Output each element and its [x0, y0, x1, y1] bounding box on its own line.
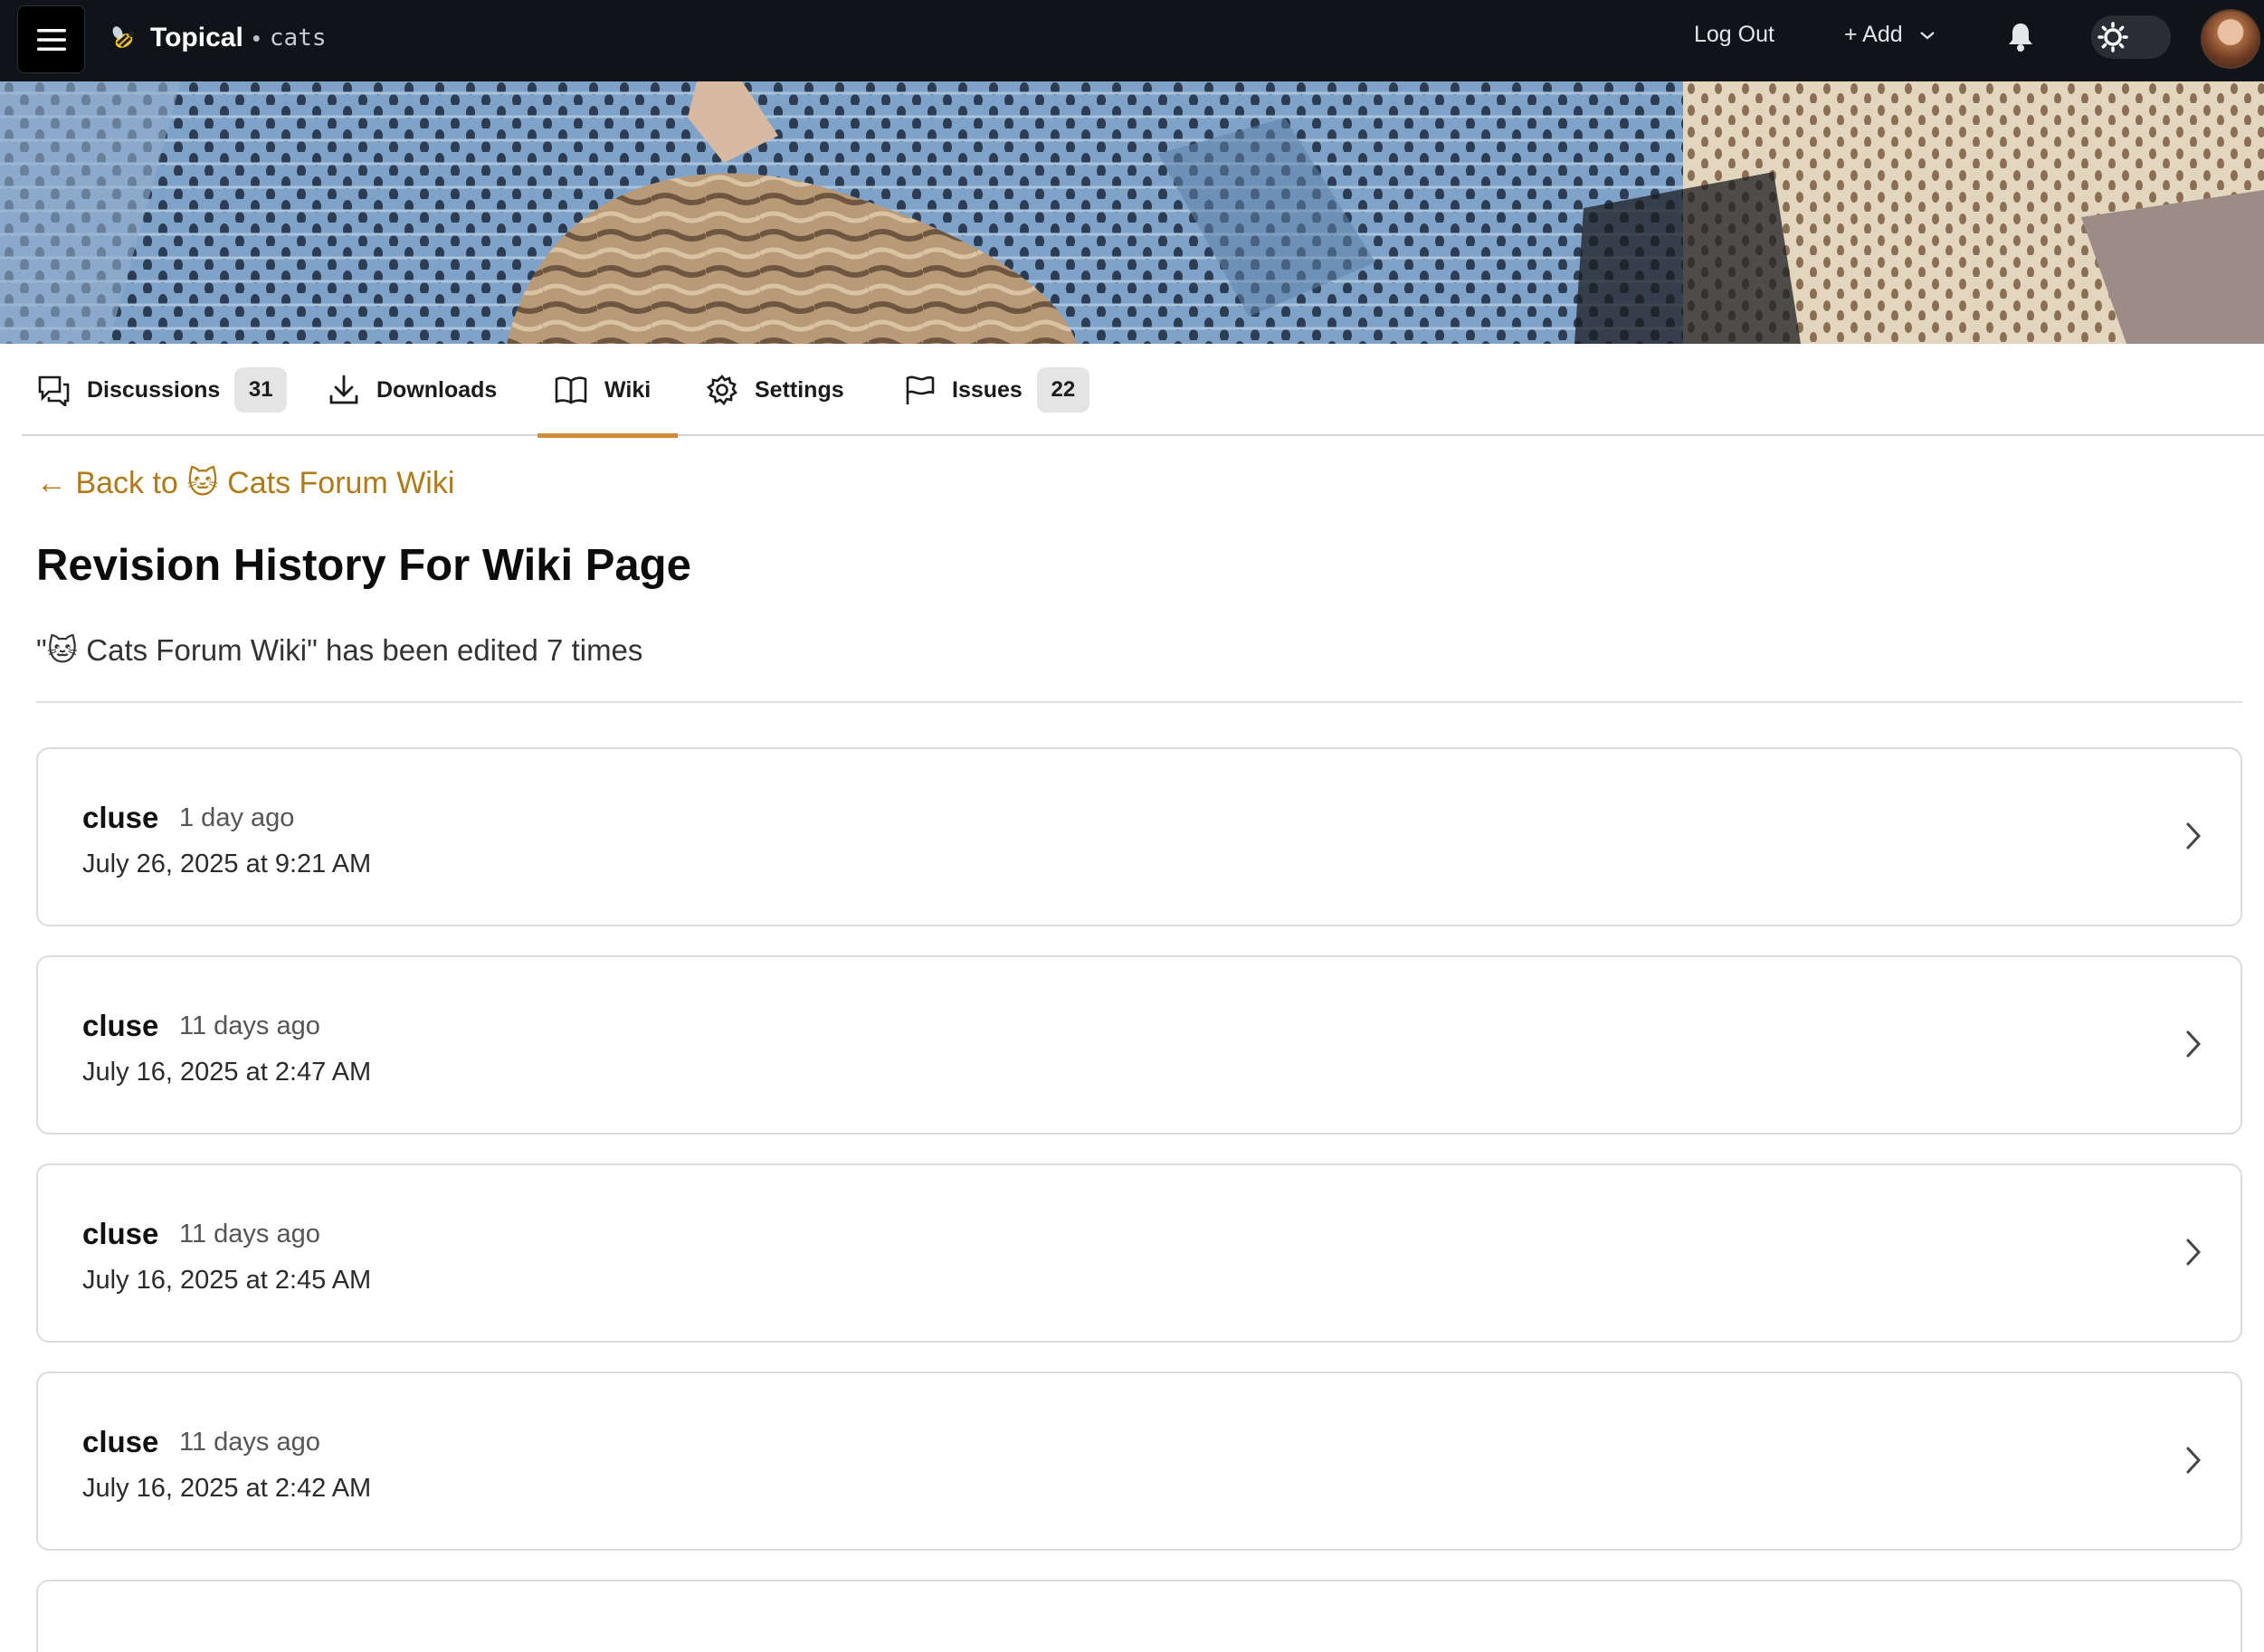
revision-author[interactable]: cluse — [82, 801, 158, 835]
gear-icon — [706, 374, 738, 406]
download-icon — [328, 374, 360, 406]
theme-toggle[interactable] — [2091, 15, 2171, 59]
revision-card[interactable]: cluse 11 days ago July 16, 2025 at 2:42 … — [36, 1372, 2242, 1551]
tab-discussions-label: Discussions — [87, 376, 221, 403]
edit-count-summary: "🐱 Cats Forum Wiki" has been edited 7 ti… — [36, 633, 643, 667]
revision-relative-time: 11 days ago — [179, 1011, 320, 1040]
brand[interactable]: Topical • cats — [109, 18, 327, 58]
discussions-count-badge: 31 — [234, 367, 288, 413]
revision-author[interactable]: cluse — [82, 1217, 158, 1251]
tab-issues[interactable]: Issues 22 — [903, 344, 1089, 436]
add-dropdown-button[interactable]: + Add — [1844, 22, 1936, 48]
chevron-right-icon — [2186, 1030, 2202, 1058]
tab-downloads[interactable]: Downloads — [328, 344, 497, 436]
revision-card[interactable]: cluse 11 days ago July 16, 2025 at 2:47 … — [36, 955, 2242, 1135]
divider — [36, 701, 2242, 703]
brand-name: Topical — [150, 23, 243, 52]
revision-card[interactable] — [36, 1580, 2242, 1652]
chevron-down-icon — [1919, 31, 1935, 39]
tab-settings[interactable]: Settings — [706, 344, 844, 436]
discussions-icon — [36, 374, 71, 406]
revision-timestamp: July 26, 2025 at 9:21 AM — [82, 850, 372, 878]
forum-tabs: Discussions 31 Downloads Wiki Settings I… — [22, 344, 2264, 438]
book-icon — [554, 375, 588, 404]
brand-separator: • — [252, 24, 261, 52]
forum-banner-image — [0, 81, 2264, 344]
revision-timestamp: July 16, 2025 at 2:45 AM — [82, 1266, 372, 1295]
tab-settings-label: Settings — [755, 376, 844, 403]
user-avatar[interactable] — [2201, 9, 2260, 69]
logout-link[interactable]: Log Out — [1694, 22, 1774, 48]
issues-count-badge: 22 — [1036, 367, 1089, 413]
revision-author[interactable]: cluse — [82, 1425, 158, 1459]
page-title: Revision History For Wiki Page — [36, 541, 691, 590]
bee-logo-icon — [112, 26, 134, 48]
tab-downloads-label: Downloads — [376, 376, 498, 403]
tab-wiki[interactable]: Wiki — [537, 344, 679, 438]
chevron-right-icon — [2186, 822, 2202, 850]
add-label: + Add — [1844, 22, 1903, 47]
revision-card[interactable]: cluse 11 days ago July 16, 2025 at 2:45 … — [36, 1163, 2242, 1343]
tab-wiki-label: Wiki — [604, 376, 652, 403]
back-to-wiki-link[interactable]: ← Back to 🐱 Cats Forum Wiki — [36, 465, 454, 501]
revision-timestamp: July 16, 2025 at 2:42 AM — [82, 1474, 372, 1503]
revision-relative-time: 1 day ago — [179, 803, 295, 832]
chevron-right-icon — [2186, 1447, 2202, 1474]
revision-author[interactable]: cluse — [82, 1009, 158, 1043]
tab-discussions[interactable]: Discussions 31 — [36, 344, 288, 436]
top-navbar: Topical • cats Log Out + Add — [0, 0, 2264, 81]
revision-timestamp: July 16, 2025 at 2:47 AM — [82, 1058, 372, 1087]
revision-relative-time: 11 days ago — [179, 1428, 320, 1457]
hamburger-icon — [36, 28, 66, 51]
flag-icon — [903, 374, 936, 406]
sun-icon — [2095, 19, 2131, 55]
tab-issues-label: Issues — [952, 376, 1023, 403]
revision-list: cluse 1 day ago July 26, 2025 at 9:21 AM… — [36, 747, 2242, 1652]
bell-icon[interactable] — [2006, 21, 2035, 53]
revision-card[interactable]: cluse 1 day ago July 26, 2025 at 9:21 AM — [36, 747, 2242, 926]
hamburger-menu-button[interactable] — [17, 5, 85, 73]
chevron-right-icon — [2186, 1239, 2202, 1266]
revision-relative-time: 11 days ago — [179, 1220, 320, 1248]
forum-name: cats — [269, 24, 327, 52]
